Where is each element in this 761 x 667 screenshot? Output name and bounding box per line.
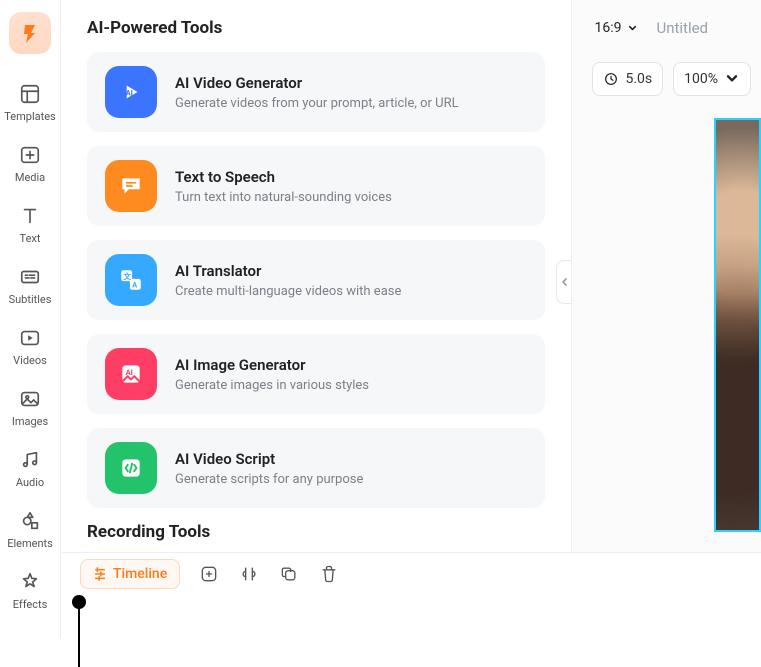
trash-icon	[319, 564, 339, 584]
tool-ai-video-script[interactable]: AI Video Script Generate scripts for any…	[87, 428, 545, 508]
tool-text-to-speech[interactable]: Text to Speech Turn text into natural-so…	[87, 146, 545, 226]
chevron-down-icon	[724, 71, 740, 87]
videos-icon	[18, 326, 42, 350]
sidebar-item-label: Images	[12, 415, 48, 428]
clock-icon	[603, 71, 619, 87]
templates-icon	[18, 82, 42, 106]
zoom-label: 100%	[684, 71, 718, 87]
sidebar-item-label: Media	[15, 171, 45, 184]
tools-panel: AI-Powered Tools AI AI Video Generator G…	[61, 0, 571, 638]
svg-text:文: 文	[123, 271, 131, 281]
text-icon	[18, 204, 42, 228]
project-title[interactable]: Untitled	[656, 19, 708, 37]
elements-icon	[18, 509, 42, 533]
ai-image-generator-icon: AI	[105, 348, 157, 400]
sidebar-item-media[interactable]: Media	[15, 143, 45, 184]
text-to-speech-icon	[105, 160, 157, 212]
tool-ai-image-generator[interactable]: AI AI Image Generator Generate images in…	[87, 334, 545, 414]
svg-text:A: A	[132, 281, 138, 290]
tool-desc: Generate scripts for any purpose	[175, 472, 363, 487]
sidebar-item-images[interactable]: Images	[12, 387, 48, 428]
tool-title: AI Video Script	[175, 450, 363, 468]
chevron-down-icon	[627, 23, 638, 34]
sidebar-item-label: Templates	[4, 110, 55, 123]
sidebar: Templates Media Text Subtitles Videos Im…	[0, 0, 61, 638]
svg-text:AI: AI	[126, 368, 133, 377]
aspect-ratio-label: 16:9	[594, 20, 621, 36]
sidebar-item-templates[interactable]: Templates	[4, 82, 55, 123]
sidebar-item-label: Subtitles	[9, 293, 52, 306]
plus-square-icon	[199, 564, 219, 584]
sidebar-item-text[interactable]: Text	[18, 204, 42, 245]
ai-video-script-icon	[105, 442, 157, 494]
timeline-label: Timeline	[113, 566, 167, 582]
tool-ai-video-generator[interactable]: AI AI Video Generator Generate videos fr…	[87, 52, 545, 132]
zoom-control[interactable]: 100%	[673, 62, 751, 96]
sidebar-item-elements[interactable]: Elements	[7, 509, 53, 550]
collapse-panel-button[interactable]	[556, 260, 571, 304]
copy-icon	[279, 564, 299, 584]
sidebar-item-label: Elements	[7, 537, 53, 550]
playhead[interactable]	[72, 595, 86, 609]
app-logo	[9, 12, 51, 54]
sidebar-item-videos[interactable]: Videos	[13, 326, 47, 367]
tool-desc: Create multi-language videos with ease	[175, 284, 401, 299]
sidebar-item-effects[interactable]: Effects	[13, 570, 48, 611]
tool-title: Text to Speech	[175, 168, 392, 186]
tool-ai-translator[interactable]: 文A AI Translator Create multi-language v…	[87, 240, 545, 320]
timeline-button[interactable]: Timeline	[80, 559, 180, 589]
audio-icon	[18, 448, 42, 472]
sidebar-item-label: Videos	[13, 354, 47, 367]
sidebar-item-audio[interactable]: Audio	[16, 448, 44, 489]
tool-desc: Generate images in various styles	[175, 378, 369, 393]
media-icon	[18, 143, 42, 167]
delete-clip-button[interactable]	[318, 563, 340, 585]
section-title-recording: Recording Tools	[87, 522, 545, 542]
sidebar-item-label: Text	[20, 232, 41, 245]
duplicate-clip-button[interactable]	[278, 563, 300, 585]
timeline-bar: Timeline	[62, 552, 761, 638]
tool-title: AI Video Generator	[175, 74, 459, 92]
duration-label: 5.0s	[625, 71, 652, 87]
sidebar-item-subtitles[interactable]: Subtitles	[9, 265, 52, 306]
split-icon	[239, 564, 259, 584]
preview-pane: 16:9 Untitled 5.0s 100%	[571, 0, 761, 638]
duration-control[interactable]: 5.0s	[592, 62, 663, 96]
sidebar-item-label: Effects	[13, 598, 48, 611]
sidebar-item-label: Audio	[16, 476, 44, 489]
ai-video-generator-icon: AI	[105, 66, 157, 118]
split-clip-button[interactable]	[238, 563, 260, 585]
add-clip-button[interactable]	[198, 563, 220, 585]
images-icon	[18, 387, 42, 411]
tool-desc: Turn text into natural-sounding voices	[175, 190, 392, 205]
timeline-ruler[interactable]	[62, 595, 761, 639]
timeline-icon	[93, 567, 107, 581]
aspect-ratio-selector[interactable]: 16:9	[594, 20, 638, 36]
ai-translator-icon: 文A	[105, 254, 157, 306]
svg-text:AI: AI	[126, 88, 133, 97]
subtitles-icon	[18, 265, 42, 289]
tool-title: AI Image Generator	[175, 356, 369, 374]
canvas-preview[interactable]	[714, 118, 761, 532]
chevron-left-icon	[560, 277, 570, 287]
section-title-ai: AI-Powered Tools	[87, 18, 545, 38]
tool-title: AI Translator	[175, 262, 401, 280]
effects-icon	[18, 570, 42, 594]
tool-desc: Generate videos from your prompt, articl…	[175, 96, 459, 111]
